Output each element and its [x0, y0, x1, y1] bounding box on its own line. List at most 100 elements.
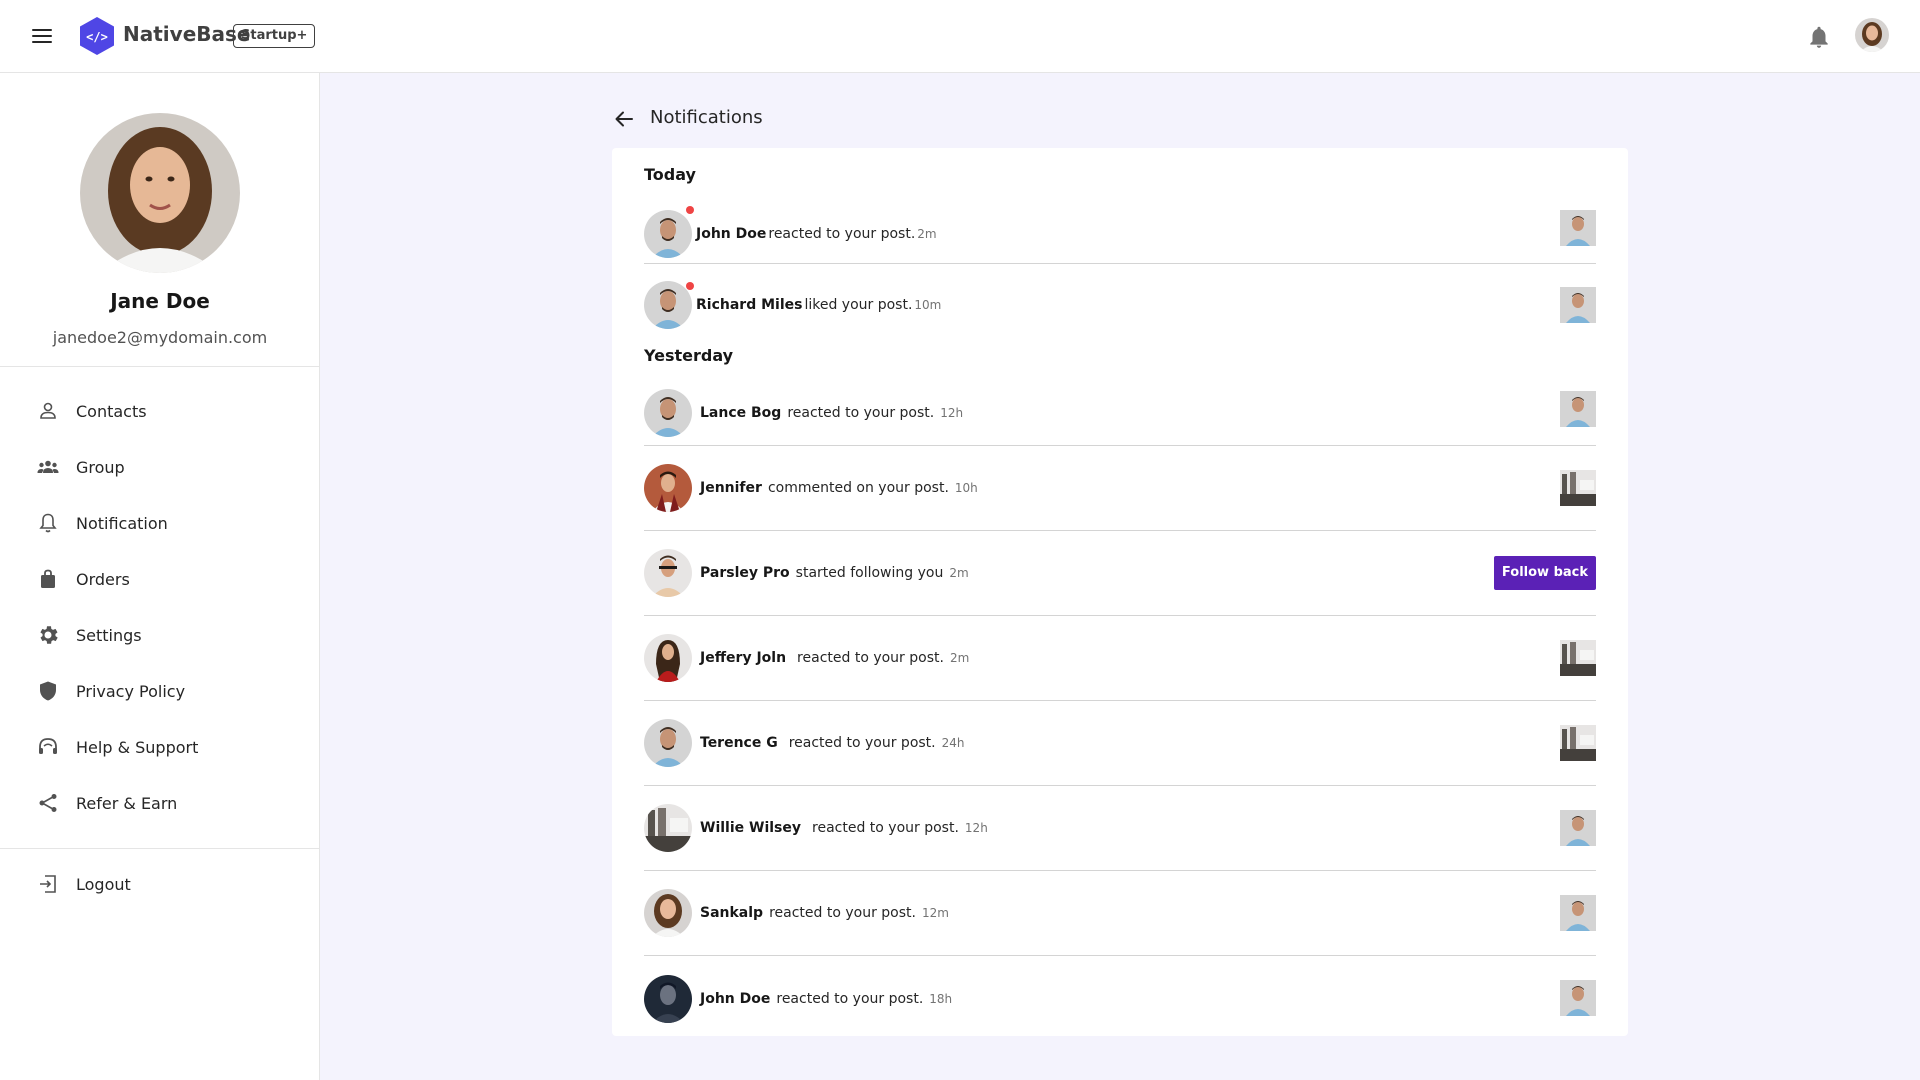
- avatar: [644, 804, 692, 852]
- notification-time: 24h: [941, 736, 965, 750]
- notification-time: 10h: [954, 481, 978, 495]
- notification-action: reacted to your post.: [787, 404, 935, 421]
- notification-bell-icon[interactable]: [1806, 24, 1832, 50]
- logout-icon: [40, 875, 56, 893]
- notification-row[interactable]: Parsley Pro started following you 2m Fol…: [644, 531, 1596, 616]
- notification-user-name[interactable]: Jennifer: [700, 480, 762, 496]
- bag-icon: [41, 569, 55, 588]
- notification-user-name[interactable]: Jeffery Joln: [700, 650, 786, 666]
- post-thumbnail[interactable]: [1560, 210, 1596, 246]
- sidebar-item-settings[interactable]: Settings: [36, 619, 142, 651]
- avatar: [644, 209, 692, 258]
- top-header: </> NativeBase Startup+: [0, 0, 1920, 73]
- sidebar-item-label: Orders: [76, 569, 130, 589]
- logout-button[interactable]: Logout: [36, 868, 131, 900]
- notification-time: 2m: [949, 566, 969, 580]
- unread-indicator: [686, 282, 694, 290]
- person-icon: [40, 402, 56, 419]
- headset-icon: [39, 738, 57, 754]
- notification-action: liked your post.: [804, 297, 913, 313]
- notification-row[interactable]: Jeffery Joln reacted to your post. 2m: [644, 616, 1596, 701]
- follow-back-button[interactable]: Follow back: [1493, 556, 1596, 590]
- notification-action: reacted to your post.: [788, 735, 936, 751]
- divider: [0, 366, 319, 367]
- notification-time: 12m: [921, 906, 949, 920]
- nativebase-logo-icon[interactable]: </>: [78, 16, 116, 56]
- notification-user-name[interactable]: Richard Miles: [696, 297, 802, 313]
- avatar: [644, 634, 692, 682]
- post-thumbnail[interactable]: [1560, 287, 1596, 323]
- back-arrow-icon[interactable]: [612, 107, 636, 131]
- page-title: Notifications: [650, 107, 763, 128]
- post-thumbnail[interactable]: [1560, 810, 1596, 846]
- gear-icon: [40, 626, 58, 644]
- sidebar-item-label: Group: [76, 457, 125, 477]
- notification-user-name[interactable]: Willie Wilsey: [700, 820, 801, 836]
- brand-name: NativeBase: [123, 22, 251, 46]
- post-thumbnail[interactable]: [1560, 725, 1596, 761]
- notification-user-name[interactable]: Parsley Pro: [700, 565, 790, 581]
- notification-time: 10m: [914, 298, 942, 312]
- sidebar-item-label: Contacts: [76, 401, 147, 421]
- notification-action: started following you: [795, 565, 944, 581]
- share-icon: [39, 794, 57, 812]
- notification-action: reacted to your post.: [797, 650, 944, 666]
- avatar: [644, 974, 692, 1023]
- notification-row[interactable]: Lance Bog reacted to your post. 12h: [644, 380, 1596, 446]
- notification-action: reacted to your post.: [768, 225, 916, 242]
- avatar: [644, 889, 692, 937]
- bell-icon: [39, 513, 57, 533]
- sidebar-item-help-support[interactable]: Help & Support: [36, 731, 198, 763]
- post-thumbnail[interactable]: [1560, 640, 1596, 676]
- notification-row[interactable]: Willie Wilsey reacted to your post. 12h: [644, 786, 1596, 871]
- notification-row[interactable]: Richard Miles liked your post. 10m: [644, 276, 1596, 334]
- notification-action: reacted to your post.: [776, 990, 924, 1007]
- notification-user-name[interactable]: Lance Bog: [700, 405, 781, 421]
- sidebar-item-orders[interactable]: Orders: [36, 563, 130, 595]
- notification-row[interactable]: John Doe reacted to your post. 18h: [644, 956, 1596, 1041]
- sidebar-item-privacy-policy[interactable]: Privacy Policy: [36, 675, 185, 707]
- notification-row[interactable]: John Doe reacted to your post. 2m: [644, 204, 1596, 264]
- unread-indicator: [686, 206, 694, 214]
- post-thumbnail[interactable]: [1560, 895, 1596, 931]
- notification-user-name[interactable]: Terence G: [700, 735, 778, 751]
- divider: [0, 848, 319, 849]
- post-thumbnail[interactable]: [1560, 980, 1596, 1016]
- notification-time: 12h: [940, 405, 964, 420]
- notification-time: 12h: [964, 821, 988, 835]
- avatar: [644, 719, 692, 767]
- sidebar-item-label: Help & Support: [76, 737, 199, 757]
- sidebar-item-refer-earn[interactable]: Refer & Earn: [36, 787, 177, 819]
- notification-row[interactable]: Terence G reacted to your post. 24h: [644, 701, 1596, 786]
- sidebar-item-label: Refer & Earn: [76, 793, 178, 813]
- sidebar-item-label: Notification: [76, 513, 168, 533]
- avatar: [644, 464, 692, 512]
- shield-icon: [40, 681, 56, 701]
- notification-user-name[interactable]: John Doe: [696, 226, 766, 242]
- sidebar-item-label: Privacy Policy: [76, 681, 186, 701]
- post-thumbnail[interactable]: [1560, 391, 1596, 427]
- post-thumbnail[interactable]: [1560, 470, 1596, 506]
- avatar: [644, 388, 692, 437]
- notification-action: reacted to your post.: [812, 820, 959, 836]
- svg-text:</>: </>: [86, 30, 108, 44]
- sidebar-item-contacts[interactable]: Contacts: [36, 395, 147, 427]
- notification-row[interactable]: Jennifer commented on your post. 10h: [644, 446, 1596, 531]
- profile-email: janedoe2@mydomain.com: [52, 328, 268, 347]
- group-icon: [37, 460, 59, 473]
- sidebar-item-group[interactable]: Group: [36, 451, 125, 483]
- section-title-yesterday: Yesterday: [644, 346, 734, 365]
- user-avatar[interactable]: [1855, 18, 1889, 52]
- notification-time: 2m: [917, 226, 937, 241]
- profile-name: Jane Doe: [110, 289, 210, 313]
- notification-user-name[interactable]: Sankalp: [700, 905, 763, 921]
- hamburger-menu-icon[interactable]: [32, 26, 56, 46]
- notification-row[interactable]: Sankalp reacted to your post. 12m: [644, 871, 1596, 956]
- sidebar-item-notification[interactable]: Notification: [36, 507, 168, 539]
- section-title-today: Today: [644, 165, 696, 184]
- logout-label: Logout: [76, 874, 131, 894]
- sidebar: Jane Doe janedoe2@mydomain.com Contacts …: [0, 73, 320, 1080]
- plan-badge: Startup+: [233, 24, 316, 48]
- notification-user-name[interactable]: John Doe: [700, 991, 770, 1007]
- notification-time: 2m: [949, 651, 970, 665]
